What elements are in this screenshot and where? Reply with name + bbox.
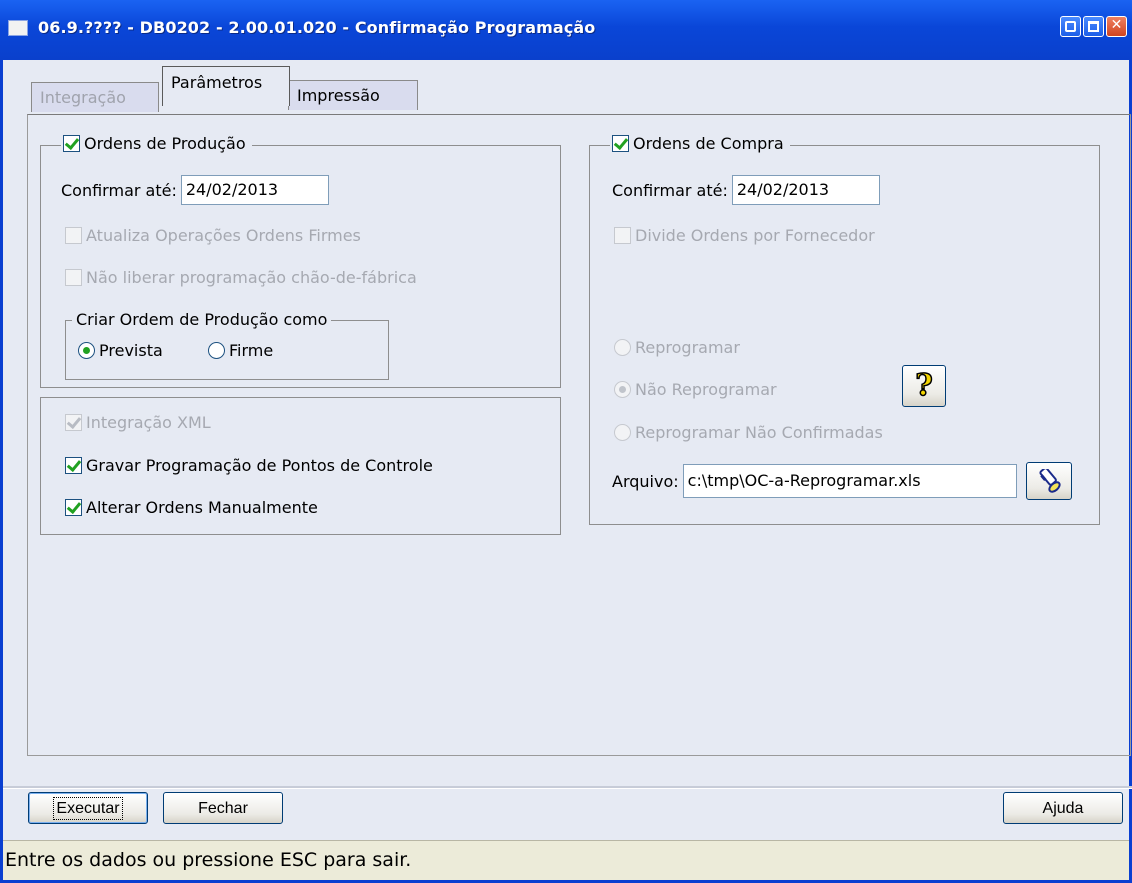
nao-liberar-checkbox[interactable] — [65, 269, 82, 286]
radio-reprogramar-nao-confirmadas[interactable] — [614, 424, 631, 441]
flashlight-icon — [1039, 469, 1061, 493]
ordens-producao-legend: Ordens de Produção — [61, 134, 252, 153]
window-app-icon — [8, 20, 28, 36]
fechar-button-label: Fechar — [198, 800, 248, 817]
atualiza-operacoes-checkbox[interactable] — [65, 227, 82, 244]
radio-reprogramar-row: Reprogramar — [614, 338, 740, 357]
tab-panel-parametros: Ordens de Produção Confirmar até: 24/02/… — [27, 114, 1131, 756]
arquivo-row: Arquivo: c:\tmp\OC-a-Reprogramar.xls — [612, 464, 1017, 498]
ordens-compra-checkbox[interactable] — [612, 135, 629, 152]
radio-prevista[interactable] — [78, 342, 95, 359]
divide-ordens-row: Divide Ordens por Fornecedor — [614, 226, 875, 245]
gravar-programacao-row: Gravar Programação de Pontos de Controle — [65, 456, 433, 475]
footer-divider — [3, 786, 1132, 789]
ordens-compra-legend: Ordens de Compra — [610, 134, 790, 153]
radio-reprogramar-nao-confirmadas-row: Reprogramar Não Confirmadas — [614, 423, 883, 442]
fechar-button[interactable]: Fechar — [163, 792, 283, 824]
tab-parametros[interactable]: Parâmetros — [162, 66, 290, 106]
radio-reprogramar-nao-confirmadas-label: Reprogramar Não Confirmadas — [635, 423, 883, 442]
compra-confirmar-date-input[interactable]: 24/02/2013 — [731, 175, 880, 205]
group-ordens-producao: Ordens de Produção Confirmar até: 24/02/… — [40, 134, 561, 388]
producao-confirmar-date-input[interactable]: 24/02/2013 — [180, 175, 329, 205]
alterar-ordens-checkbox[interactable] — [65, 499, 82, 516]
radio-prevista-label: Prevista — [99, 341, 163, 360]
ordens-producao-checkbox[interactable] — [63, 135, 80, 152]
status-bar: Entre os dados ou pressione ESC para sai… — [3, 840, 1129, 880]
compra-confirmar-label: Confirmar até: — [612, 180, 728, 200]
criar-ordem-legend: Criar Ordem de Produção como — [72, 310, 332, 329]
atualiza-operacoes-label: Atualiza Operações Ordens Firmes — [86, 226, 361, 245]
executar-button[interactable]: Executar — [28, 792, 148, 824]
browse-file-button[interactable] — [1026, 462, 1072, 500]
tab-impressao[interactable]: Impressão — [288, 80, 418, 110]
radio-nao-reprogramar[interactable] — [614, 381, 631, 398]
group-ordens-compra: Ordens de Compra Confirmar até: 24/02/20… — [589, 134, 1100, 525]
title-bar[interactable]: 06.9.???? - DB0202 - 2.00.01.020 - Confi… — [0, 0, 1132, 60]
radio-firme[interactable] — [208, 342, 225, 359]
application-window: 06.9.???? - DB0202 - 2.00.01.020 - Confi… — [0, 0, 1132, 883]
window-title: 06.9.???? - DB0202 - 2.00.01.020 - Confi… — [38, 18, 596, 37]
integracao-xml-row: Integração XML — [65, 413, 211, 432]
group-criar-ordem: Criar Ordem de Produção como Prevista Fi… — [65, 310, 389, 380]
arquivo-input[interactable]: c:\tmp\OC-a-Reprogramar.xls — [682, 464, 1017, 498]
minimize-icon — [1065, 21, 1076, 32]
close-icon: ✕ — [1110, 17, 1123, 33]
atualiza-operacoes-row: Atualiza Operações Ordens Firmes — [65, 226, 361, 245]
tab-integracao[interactable]: Integração — [31, 82, 159, 112]
close-button[interactable]: ✕ — [1106, 16, 1127, 37]
ajuda-button[interactable]: Ajuda — [1003, 792, 1123, 824]
gravar-programacao-checkbox[interactable] — [65, 457, 82, 474]
integracao-xml-label: Integração XML — [86, 413, 211, 432]
radio-reprogramar-label: Reprogramar — [635, 338, 740, 357]
producao-confirmar-label: Confirmar até: — [61, 180, 177, 200]
compra-confirmar-row: Confirmar até: 24/02/2013 — [612, 175, 880, 205]
radio-prevista-row: Prevista — [78, 341, 163, 360]
radio-reprogramar[interactable] — [614, 339, 631, 356]
question-mark-icon: ? — [914, 367, 933, 404]
producao-confirmar-row: Confirmar até: 24/02/2013 — [61, 175, 329, 205]
group-extras: Integração XML Gravar Programação de Pon… — [40, 397, 561, 535]
ordens-producao-label: Ordens de Produção — [84, 134, 246, 153]
radio-nao-reprogramar-label: Não Reprogramar — [635, 380, 777, 399]
ordens-compra-label: Ordens de Compra — [633, 134, 784, 153]
gravar-programacao-label: Gravar Programação de Pontos de Controle — [86, 456, 433, 475]
divide-ordens-checkbox[interactable] — [614, 227, 631, 244]
help-button[interactable]: ? — [902, 365, 946, 407]
alterar-ordens-row: Alterar Ordens Manualmente — [65, 498, 318, 517]
arquivo-label: Arquivo: — [612, 471, 679, 491]
radio-firme-label: Firme — [229, 341, 274, 360]
radio-firme-row: Firme — [208, 341, 273, 360]
divide-ordens-label: Divide Ordens por Fornecedor — [635, 226, 875, 245]
maximize-icon — [1088, 21, 1099, 32]
alterar-ordens-label: Alterar Ordens Manualmente — [86, 498, 318, 517]
ajuda-button-label: Ajuda — [1042, 800, 1084, 817]
minimize-button[interactable] — [1060, 16, 1081, 37]
integracao-xml-checkbox[interactable] — [65, 414, 82, 431]
executar-button-label: Executar — [53, 797, 123, 820]
radio-nao-reprogramar-row: Não Reprogramar — [614, 380, 777, 399]
nao-liberar-row: Não liberar programação chão-de-fábrica — [65, 268, 417, 287]
nao-liberar-label: Não liberar programação chão-de-fábrica — [86, 268, 417, 287]
maximize-button[interactable] — [1083, 16, 1104, 37]
